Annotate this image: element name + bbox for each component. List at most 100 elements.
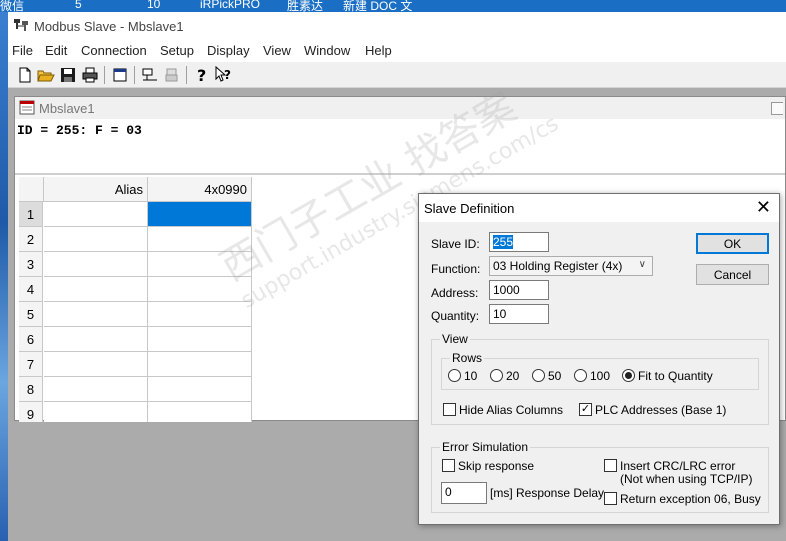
menu-view[interactable]: View bbox=[263, 43, 291, 58]
row-header[interactable]: 3 bbox=[19, 252, 43, 277]
desktop-item[interactable]: 5 bbox=[75, 0, 82, 11]
child-minimize-button[interactable] bbox=[771, 102, 783, 115]
ok-button[interactable]: OK bbox=[696, 233, 769, 254]
slave-id-field[interactable]: 255 bbox=[489, 232, 549, 252]
row-header[interactable]: 8 bbox=[19, 377, 43, 402]
help-icon[interactable]: ? bbox=[193, 66, 211, 84]
rows-option-label: 100 bbox=[590, 369, 611, 383]
open-icon[interactable] bbox=[37, 66, 55, 84]
address-label: Address: bbox=[431, 286, 479, 300]
plc-addresses-label: PLC Addresses (Base 1) bbox=[595, 403, 727, 417]
desktop-background bbox=[0, 12, 8, 541]
slave-info-line: ID = 255: F = 03 bbox=[17, 123, 142, 138]
desktop-item[interactable]: iRPickPRO bbox=[200, 0, 260, 11]
desktop-item[interactable]: 胜素达 bbox=[287, 0, 323, 12]
dialog-title: Slave Definition bbox=[424, 201, 515, 216]
rows-option-label: 50 bbox=[548, 369, 562, 383]
return-exception-checkbox[interactable] bbox=[604, 492, 617, 505]
insert-crc-checkbox[interactable] bbox=[604, 459, 617, 472]
row-header[interactable]: 5 bbox=[19, 302, 43, 327]
hide-alias-checkbox[interactable] bbox=[443, 403, 456, 416]
rows-radio-100[interactable] bbox=[574, 369, 587, 382]
menu-edit[interactable]: Edit bbox=[45, 43, 67, 58]
toolbar: ? ? bbox=[8, 62, 786, 88]
quantity-field[interactable]: 10 bbox=[489, 304, 549, 324]
column-header-alias[interactable]: Alias bbox=[44, 177, 148, 202]
context-help-icon[interactable]: ? bbox=[215, 66, 233, 84]
desktop-item[interactable]: 10 bbox=[147, 0, 160, 11]
rows-group: Rows 10 20 50 100 Fit to Quantity bbox=[441, 351, 759, 390]
row-header[interactable]: 2 bbox=[19, 227, 43, 252]
divider bbox=[15, 173, 785, 175]
menu-display[interactable]: Display bbox=[207, 43, 250, 58]
save-icon[interactable] bbox=[59, 66, 77, 84]
alias-cell[interactable] bbox=[44, 252, 148, 277]
print-icon[interactable] bbox=[81, 66, 99, 84]
skip-response-checkbox[interactable] bbox=[442, 459, 455, 472]
alias-cell[interactable] bbox=[44, 227, 148, 252]
row-header[interactable]: 6 bbox=[19, 327, 43, 352]
address-field[interactable]: 1000 bbox=[489, 280, 549, 300]
window-icon[interactable] bbox=[111, 66, 129, 84]
chevron-down-icon: ∨ bbox=[638, 259, 646, 270]
view-group-label: View bbox=[440, 332, 470, 346]
error-simulation-label: Error Simulation bbox=[440, 440, 531, 454]
rows-option-label: 10 bbox=[464, 369, 478, 383]
menu-file[interactable]: File bbox=[12, 43, 33, 58]
response-delay-label: [ms] Response Delay bbox=[490, 486, 605, 500]
register-value-cell[interactable] bbox=[148, 202, 252, 227]
quantity-label: Quantity: bbox=[431, 309, 480, 323]
rows-option-label: 20 bbox=[506, 369, 520, 383]
toolbar-separator bbox=[186, 66, 187, 84]
grid-corner[interactable] bbox=[19, 177, 44, 202]
register-value-cell[interactable] bbox=[148, 227, 252, 252]
row-header[interactable]: 4 bbox=[19, 277, 43, 302]
dialog-title-bar[interactable]: Slave Definition ✕ bbox=[419, 194, 779, 222]
svg-text:?: ? bbox=[224, 68, 231, 82]
close-icon[interactable]: ✕ bbox=[756, 197, 771, 218]
alias-cell[interactable] bbox=[44, 302, 148, 327]
plc-addresses-checkbox[interactable]: ✓ bbox=[579, 403, 592, 416]
toolbar-separator bbox=[104, 66, 105, 84]
app-icon bbox=[14, 19, 28, 31]
disconnect-icon[interactable] bbox=[163, 66, 181, 84]
register-value-cell[interactable] bbox=[148, 377, 252, 402]
cancel-button[interactable]: Cancel bbox=[696, 264, 769, 285]
alias-cell[interactable] bbox=[44, 377, 148, 402]
child-title-bar[interactable]: Mbslave1 bbox=[15, 97, 785, 119]
error-simulation-group: Error Simulation Skip response Insert CR… bbox=[431, 440, 769, 513]
desktop-item[interactable]: 新建 DOC 文 bbox=[343, 0, 412, 12]
register-value-cell[interactable] bbox=[148, 402, 252, 422]
response-delay-field[interactable]: 0 bbox=[441, 482, 487, 504]
return-exception-label: Return exception 06, Busy bbox=[620, 492, 761, 506]
register-value-cell[interactable] bbox=[148, 277, 252, 302]
column-header-register[interactable]: 4x0990 bbox=[148, 177, 252, 202]
title-bar[interactable]: Modbus Slave - Mbslave1 bbox=[8, 12, 786, 40]
desktop-item[interactable]: 微信 bbox=[0, 0, 24, 12]
rows-radio-50[interactable] bbox=[532, 369, 545, 382]
row-header[interactable]: 7 bbox=[19, 352, 43, 377]
rows-radio-fit-to-quantity[interactable] bbox=[622, 369, 635, 382]
rows-radio-20[interactable] bbox=[490, 369, 503, 382]
alias-cell[interactable] bbox=[44, 202, 148, 227]
register-value-cell[interactable] bbox=[148, 252, 252, 277]
window-title: Modbus Slave - Mbslave1 bbox=[34, 19, 184, 34]
connect-icon[interactable] bbox=[141, 66, 159, 84]
function-select[interactable]: 03 Holding Register (4x) ∨ bbox=[489, 256, 653, 276]
menu-window[interactable]: Window bbox=[304, 43, 350, 58]
register-value-cell[interactable] bbox=[148, 327, 252, 352]
row-header[interactable]: 1 bbox=[19, 202, 43, 227]
alias-cell[interactable] bbox=[44, 352, 148, 377]
menu-setup[interactable]: Setup bbox=[160, 43, 194, 58]
alias-cell[interactable] bbox=[44, 327, 148, 352]
menu-connection[interactable]: Connection bbox=[81, 43, 147, 58]
alias-cell[interactable] bbox=[44, 402, 148, 422]
menu-help[interactable]: Help bbox=[365, 43, 392, 58]
alias-cell[interactable] bbox=[44, 277, 148, 302]
document-icon bbox=[19, 100, 35, 115]
row-header[interactable]: 9 bbox=[19, 402, 43, 422]
register-value-cell[interactable] bbox=[148, 302, 252, 327]
new-icon[interactable] bbox=[16, 66, 34, 84]
register-value-cell[interactable] bbox=[148, 352, 252, 377]
rows-radio-10[interactable] bbox=[448, 369, 461, 382]
